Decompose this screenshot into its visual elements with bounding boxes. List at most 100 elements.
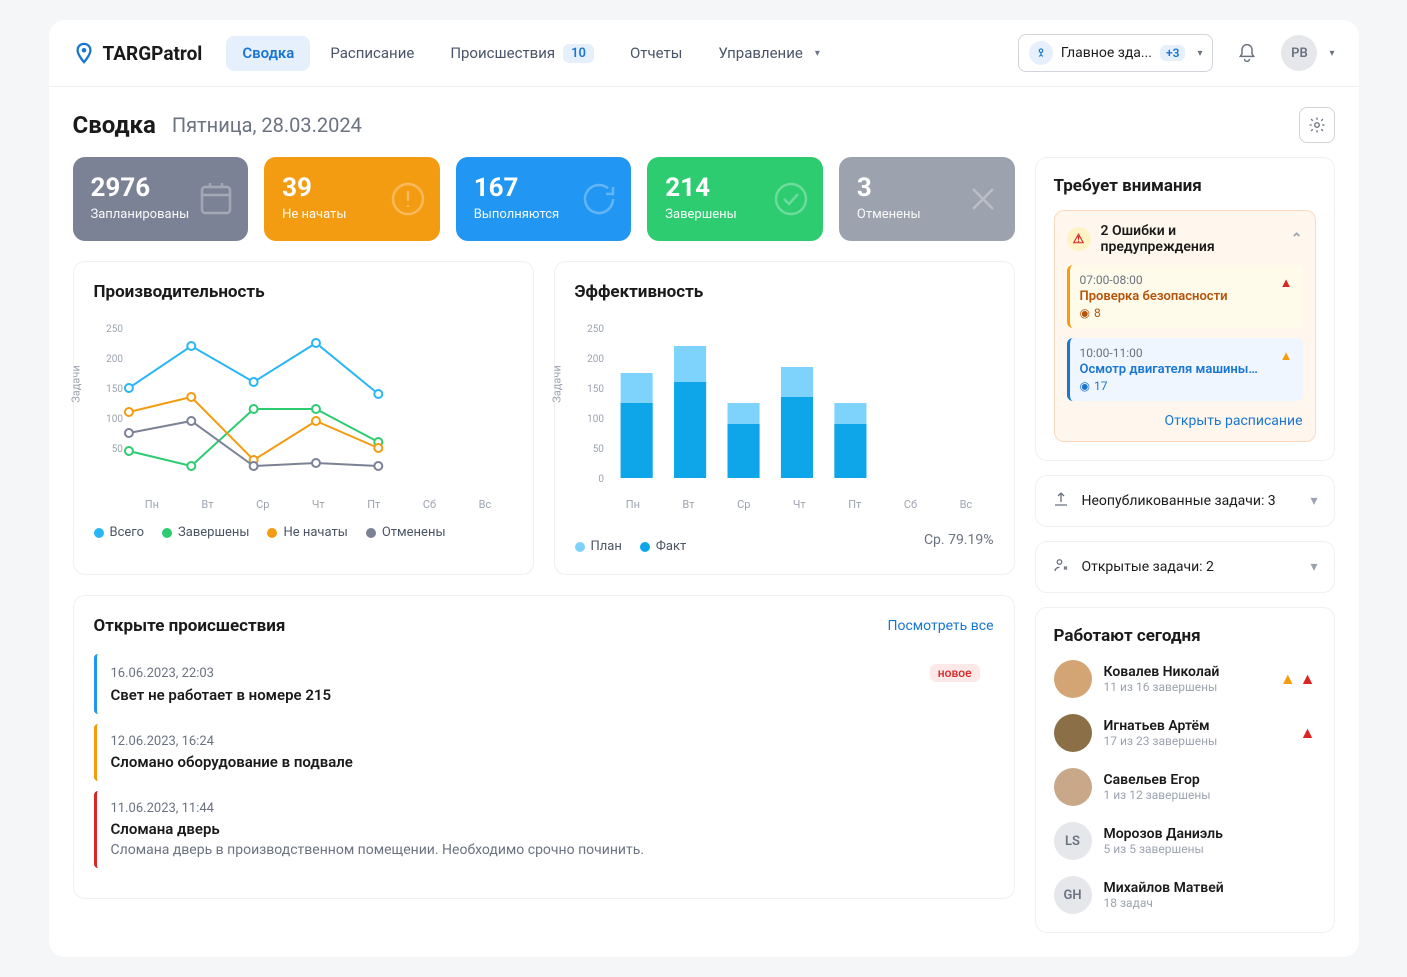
building-icon xyxy=(1029,41,1053,65)
avatar: GH xyxy=(1054,876,1092,914)
person-row[interactable]: Ковалев Николай 11 из 16 завершены ▲▲ xyxy=(1054,660,1316,698)
attention-item-time: 10:00-11:00 xyxy=(1080,346,1293,360)
bell-icon xyxy=(1237,43,1257,63)
page-date: Пятница, 28.03.2024 xyxy=(172,113,362,137)
upload-icon xyxy=(1052,490,1070,512)
svg-text:150: 150 xyxy=(587,384,604,395)
warning-icon: ▲ xyxy=(1300,669,1316,689)
attention-group-label: 2 Ошибки и предупреждения xyxy=(1101,223,1281,255)
unpublished-label: Неопубликованные задачи: 3 xyxy=(1082,493,1299,509)
svg-text:200: 200 xyxy=(587,354,604,365)
person-stat: 5 из 5 завершены xyxy=(1104,842,1304,856)
incidents-title: Открыте происшествия xyxy=(94,616,286,636)
stat-card[interactable]: 167 Выполняются xyxy=(456,157,632,241)
person-stat: 1 из 12 завершены xyxy=(1104,788,1304,802)
person-name: Савельев Егор xyxy=(1104,772,1304,788)
incident-title: Свет не работает в номере 215 xyxy=(111,686,980,704)
person-row[interactable]: GH Михайлов Матвей 18 задач xyxy=(1054,876,1316,914)
warning-icon: ▲ xyxy=(1280,275,1293,291)
incident-title: Сломано оборудование в подвале xyxy=(111,753,980,771)
stat-card[interactable]: 39 Не начаты xyxy=(264,157,440,241)
effectiveness-avg: Ср. 79.19% xyxy=(924,532,994,548)
chevron-down-icon: ▾ xyxy=(815,48,820,59)
incident-desc: Сломана дверь в производственном помещен… xyxy=(111,842,980,858)
avatar xyxy=(1054,714,1092,752)
legend-cancelled: Отменены xyxy=(366,525,446,540)
warning-icon: ▲ xyxy=(1280,669,1296,689)
nav-schedule[interactable]: Расписание xyxy=(314,36,430,71)
stat-card[interactable]: 3 Отменены xyxy=(839,157,1015,241)
stat-card[interactable]: 2976 Запланированы xyxy=(73,157,249,241)
building-extra-badge: +3 xyxy=(1160,45,1185,61)
incident-item[interactable]: 12.06.2023, 16:24 Сломано оборудование в… xyxy=(94,724,994,781)
stat-icon xyxy=(579,179,619,219)
person-row[interactable]: Игнатьев Артём 17 из 23 завершены ▲ xyxy=(1054,714,1316,752)
settings-button[interactable] xyxy=(1299,107,1335,143)
pin-icon: ◉ xyxy=(1080,379,1090,393)
incident-item[interactable]: 16.06.2023, 22:03 новое Свет не работает … xyxy=(94,654,994,714)
incident-time: 12.06.2023, 16:24 xyxy=(111,734,214,749)
svg-text:250: 250 xyxy=(587,324,604,335)
incident-item[interactable]: 11.06.2023, 11:44 Сломана дверь Сломана … xyxy=(94,791,994,868)
stat-icon xyxy=(963,179,1003,219)
attention-group-header[interactable]: ⚠ 2 Ошибки и предупреждения ⌃ xyxy=(1067,223,1303,255)
nav-summary[interactable]: Сводка xyxy=(226,36,310,71)
svg-text:200: 200 xyxy=(106,354,123,365)
incident-title: Сломана дверь xyxy=(111,820,980,838)
nav-reports[interactable]: Отчеты xyxy=(614,36,698,71)
header: TARGPatrol Сводка Расписание Происшестви… xyxy=(49,20,1359,87)
attention-item-loc: ◉ 17 xyxy=(1080,379,1293,393)
person-stat: 18 задач xyxy=(1104,896,1304,910)
incident-time: 16.06.2023, 22:03 xyxy=(111,666,214,681)
view-all-link[interactable]: Посмотреть все xyxy=(887,618,993,634)
stat-icon xyxy=(196,179,236,219)
person-row[interactable]: LS Морозов Даниэль 5 из 5 завершены xyxy=(1054,822,1316,860)
logo[interactable]: TARGPatrol xyxy=(73,42,203,65)
attention-item[interactable]: 07:00-08:00 Проверка безопасности ◉ 8 ▲ xyxy=(1067,265,1303,328)
nav-incidents[interactable]: Происшествия 10 xyxy=(434,36,610,71)
user-menu[interactable]: PB ▾ xyxy=(1281,35,1334,71)
working-today-title: Работают сегодня xyxy=(1054,626,1316,646)
chevron-down-icon: ▾ xyxy=(1310,559,1317,575)
effectiveness-card: Эффективность Задачи 050100150200250 ПнВ… xyxy=(554,261,1015,575)
person-row[interactable]: Савельев Егор 1 из 12 завершены xyxy=(1054,768,1316,806)
nav-management-label: Управление xyxy=(718,44,802,62)
attention-item-loc: ◉ 8 xyxy=(1080,306,1293,320)
person-name: Игнатьев Артём xyxy=(1104,718,1288,734)
nav-management[interactable]: Управление ▾ xyxy=(702,36,835,71)
legend-done: Завершены xyxy=(162,525,249,540)
svg-text:50: 50 xyxy=(592,444,604,455)
performance-card: Производительность Задачи 50100150200250… xyxy=(73,261,534,575)
nav-incidents-badge: 10 xyxy=(563,44,594,63)
y-axis-label: Задачи xyxy=(69,365,82,402)
building-label: Главное зда... xyxy=(1061,45,1152,61)
attention-item[interactable]: 10:00-11:00 Осмотр двигателя машины… ◉ 1… xyxy=(1067,338,1303,401)
warning-icon: ▲ xyxy=(1300,723,1316,743)
notifications-button[interactable] xyxy=(1229,35,1265,71)
person-stat: 11 из 16 завершены xyxy=(1104,680,1268,694)
legend-plan: План xyxy=(575,539,622,554)
open-tasks-row[interactable]: Открытые задачи: 2 ▾ xyxy=(1035,541,1335,593)
logo-icon xyxy=(73,42,95,64)
chevron-down-icon: ▾ xyxy=(1329,48,1334,59)
chevron-down-icon: ▾ xyxy=(1310,493,1317,509)
open-schedule-link[interactable]: Открыть расписание xyxy=(1067,413,1303,429)
chevron-down-icon: ▾ xyxy=(1197,48,1202,59)
person-x-icon xyxy=(1052,556,1070,578)
x-axis-labels: ПнВтСрЧтПтСбВс xyxy=(575,498,994,511)
svg-text:150: 150 xyxy=(106,384,123,395)
person-name: Михайлов Матвей xyxy=(1104,880,1304,896)
stats-row: 2976 Запланированы 39 Не начаты 167 Выпо… xyxy=(73,157,1015,241)
unpublished-tasks-row[interactable]: Неопубликованные задачи: 3 ▾ xyxy=(1035,475,1335,527)
avatar: PB xyxy=(1281,35,1317,71)
page-header: Сводка Пятница, 28.03.2024 xyxy=(49,87,1359,157)
nav-incidents-label: Происшествия xyxy=(450,44,555,62)
attention-title: Требует внимания xyxy=(1054,176,1316,196)
page-title: Сводка xyxy=(73,111,156,139)
new-badge: новое xyxy=(930,664,980,682)
x-axis-labels: ПнВтСрЧтПтСбВс xyxy=(94,498,513,511)
y-axis-label: Задачи xyxy=(550,365,563,402)
building-selector[interactable]: Главное зда... +3 ▾ xyxy=(1018,34,1214,72)
person-stat: 17 из 23 завершены xyxy=(1104,734,1288,748)
stat-card[interactable]: 214 Завершены xyxy=(647,157,823,241)
